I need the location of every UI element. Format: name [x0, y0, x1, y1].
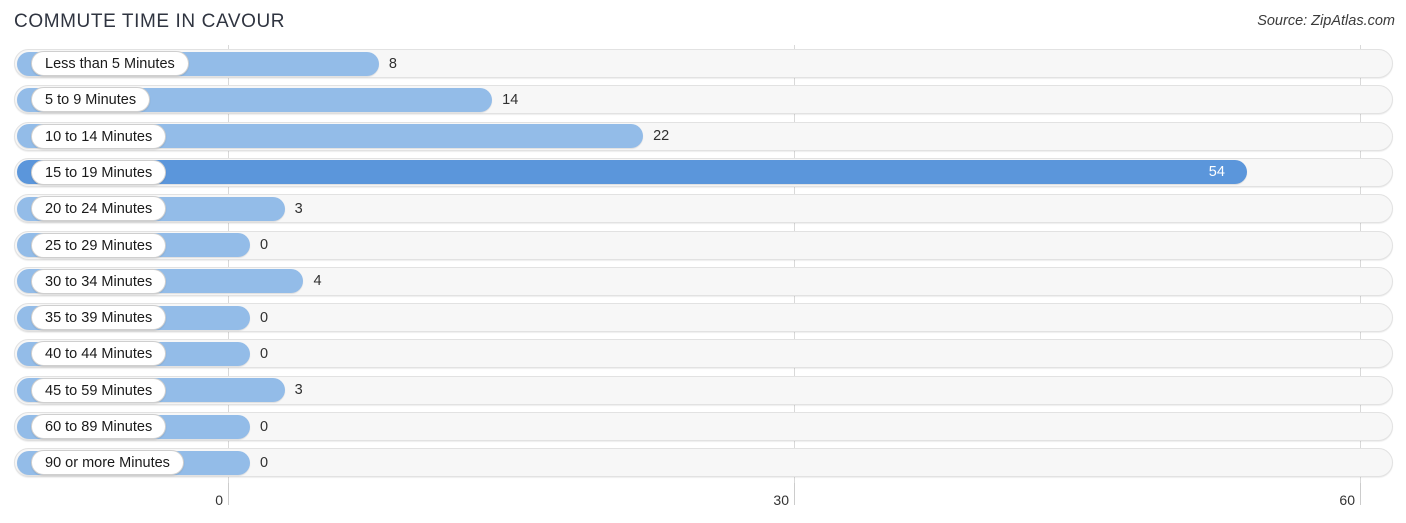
table-row[interactable]: 20 to 24 Minutes 3: [0, 192, 1406, 226]
axis-tick-label: 0: [215, 492, 223, 508]
chart-header: COMMUTE TIME IN CAVOUR Source: ZipAtlas.…: [0, 0, 1406, 45]
table-row[interactable]: 30 to 34 Minutes 4: [0, 265, 1406, 299]
bar-value-label: 0: [260, 418, 269, 435]
category-label: 35 to 39 Minutes: [31, 305, 167, 331]
axis-tick-label: 60: [1339, 492, 1355, 508]
axis-tick-line: [228, 483, 229, 505]
category-label: 90 or more Minutes: [31, 450, 184, 476]
bar-value-label: 3: [294, 200, 303, 217]
table-row[interactable]: Less than 5 Minutes 8: [0, 47, 1406, 81]
bar-value-label: 14: [502, 91, 519, 108]
category-label: 15 to 19 Minutes: [31, 159, 167, 185]
category-label: Less than 5 Minutes: [31, 51, 189, 76]
bar-value-label: 22: [653, 128, 670, 145]
page-title: COMMUTE TIME IN CAVOUR: [14, 11, 286, 32]
chart-plot-area: Less than 5 Minutes 8 5 to 9 Minutes 14 10 t…: [0, 45, 1406, 483]
axis-tick-line: [794, 483, 795, 505]
table-row[interactable]: 90 or more Minutes 0: [0, 446, 1406, 480]
table-row[interactable]: 40 to 44 Minutes 0: [0, 337, 1406, 371]
table-row[interactable]: 15 to 19 Minutes 54: [0, 156, 1406, 190]
category-label: 20 to 24 Minutes: [31, 196, 167, 222]
category-label: 10 to 14 Minutes: [31, 123, 167, 149]
bar-rows: Less than 5 Minutes 8 5 to 9 Minutes 14 10 t…: [0, 45, 1406, 483]
bar[interactable]: [17, 160, 1247, 185]
bar-value-label: 0: [260, 237, 269, 253]
category-label: 45 to 59 Minutes: [31, 377, 167, 403]
category-label: 5 to 9 Minutes: [31, 87, 151, 113]
axis-tick-label: 30: [773, 492, 789, 508]
source-attribution: Source: ZipAtlas.com: [1257, 13, 1395, 29]
table-row[interactable]: 45 to 59 Minutes 3: [0, 374, 1406, 408]
category-label: 30 to 34 Minutes: [31, 268, 167, 294]
category-label: 40 to 44 Minutes: [31, 341, 167, 367]
axis-tick-line: [1360, 483, 1361, 505]
bar-value-label: 0: [260, 345, 269, 362]
bar-value-label: 54: [1208, 164, 1225, 181]
bar-value-label: 4: [313, 273, 322, 290]
bar-value-label: 8: [388, 55, 397, 72]
table-row[interactable]: 35 to 39 Minutes 0: [0, 301, 1406, 335]
table-row[interactable]: 25 to 29 Minutes 0: [0, 229, 1406, 263]
x-axis: 0 30 60: [0, 483, 1406, 523]
bar-value-label: 0: [260, 454, 269, 471]
category-label: 60 to 89 Minutes: [31, 414, 167, 439]
bar-value-label: 3: [294, 382, 303, 399]
table-row[interactable]: 5 to 9 Minutes 14: [0, 83, 1406, 117]
table-row[interactable]: 10 to 14 Minutes 22: [0, 120, 1406, 154]
category-label: 25 to 29 Minutes: [31, 232, 167, 258]
table-row[interactable]: 60 to 89 Minutes 0: [0, 410, 1406, 444]
bar-value-label: 0: [260, 309, 269, 326]
